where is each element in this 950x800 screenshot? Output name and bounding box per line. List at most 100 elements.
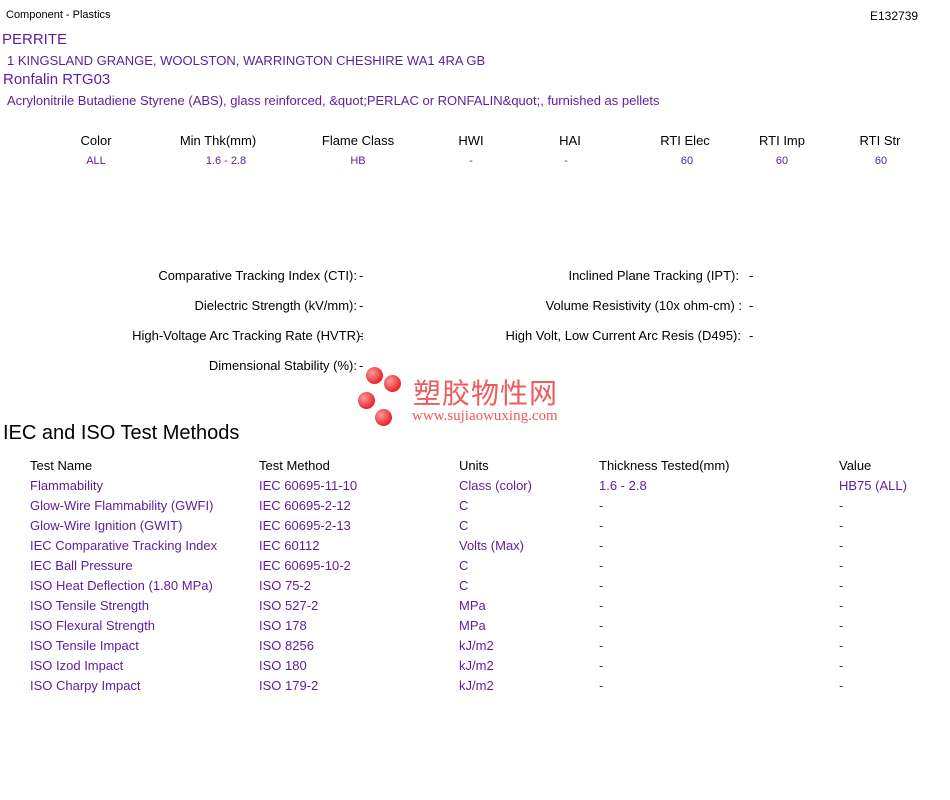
cell-value: - bbox=[839, 638, 844, 653]
cell-value: - bbox=[839, 598, 844, 613]
cell-value: - bbox=[839, 658, 844, 673]
col-header-units: Units bbox=[459, 458, 489, 473]
cell-units: kJ/m2 bbox=[459, 658, 494, 673]
col-header-test-name: Test Name bbox=[30, 458, 93, 473]
cell-thickness: - bbox=[599, 498, 604, 513]
cell-thickness: - bbox=[599, 618, 604, 633]
cell-value: - bbox=[839, 538, 844, 553]
cti-label: Comparative Tracking Index (CTI): bbox=[158, 268, 357, 283]
cell-thickness: - bbox=[599, 638, 604, 653]
summary-header-rti-imp: RTI Imp bbox=[759, 133, 805, 148]
cell-test-method: IEC 60695-2-12 bbox=[259, 498, 351, 513]
watermark-url: www.sujiaowuxing.com bbox=[412, 408, 558, 424]
company-address: 1 KINGSLAND GRANGE, WOOLSTON, WARRINGTON… bbox=[7, 53, 486, 68]
summary-value-hwi: - bbox=[469, 155, 473, 167]
cell-test-method: IEC 60695-10-2 bbox=[259, 558, 351, 573]
summary-header-rti-elec: RTI Elec bbox=[660, 133, 710, 148]
cell-value: - bbox=[839, 498, 844, 513]
cell-test-method: ISO 8256 bbox=[259, 638, 314, 653]
summary-header-min-thk: Min Thk(mm) bbox=[179, 133, 257, 148]
ipt-value: - bbox=[749, 268, 754, 283]
cell-test-name: Flammability bbox=[30, 478, 103, 493]
cell-value: - bbox=[839, 678, 844, 693]
summary-header-hai: HAI bbox=[559, 133, 581, 148]
cell-thickness: - bbox=[599, 658, 604, 673]
col-header-thickness: Thickness Tested(mm) bbox=[599, 458, 730, 473]
summary-header-color: Color bbox=[80, 133, 112, 148]
dielectric-value: - bbox=[359, 298, 364, 313]
summary-header-rti-str: RTI Str bbox=[859, 133, 901, 148]
cti-value: - bbox=[359, 268, 364, 283]
cell-thickness: - bbox=[599, 598, 604, 613]
watermark-cn-text: 塑胶物性网 bbox=[413, 377, 559, 410]
cell-test-name: ISO Izod Impact bbox=[30, 658, 124, 673]
cell-thickness: - bbox=[599, 518, 604, 533]
cell-test-method: ISO 180 bbox=[259, 658, 307, 673]
summary-value-min-thk: 1.6 - 2.8 bbox=[205, 155, 247, 167]
cell-value: - bbox=[839, 618, 844, 633]
cell-test-name: ISO Flexural Strength bbox=[30, 618, 155, 633]
d495-value: - bbox=[749, 328, 754, 343]
cell-test-name: IEC Comparative Tracking Index bbox=[30, 538, 218, 553]
document-category: Component - Plastics bbox=[6, 9, 111, 21]
col-header-value: Value bbox=[839, 458, 872, 473]
cell-thickness: - bbox=[599, 558, 604, 573]
cell-test-name: Glow-Wire Ignition (GWIT) bbox=[30, 518, 183, 533]
cell-test-name: ISO Heat Deflection (1.80 MPa) bbox=[30, 578, 213, 593]
cell-units: C bbox=[459, 578, 469, 593]
cell-test-name: ISO Tensile Strength bbox=[30, 598, 149, 613]
summary-value-rti-imp: 60 bbox=[775, 155, 789, 167]
cell-units: Volts (Max) bbox=[459, 538, 525, 553]
cell-value: - bbox=[839, 518, 844, 533]
cell-test-method: ISO 75-2 bbox=[259, 578, 312, 593]
summary-value-hai: - bbox=[564, 155, 568, 167]
watermark-dot-icon bbox=[366, 367, 383, 384]
cell-test-method: IEC 60695-11-10 bbox=[259, 478, 358, 493]
hvtr-value: - bbox=[359, 328, 364, 343]
summary-value-flame-class: HB bbox=[350, 155, 366, 167]
cell-test-method: ISO 527-2 bbox=[259, 598, 319, 613]
cell-units: MPa bbox=[459, 598, 486, 613]
watermark: 塑胶物性网 www.sujiaowuxing.com bbox=[355, 366, 595, 428]
cell-units: C bbox=[459, 558, 469, 573]
cell-units: kJ/m2 bbox=[459, 638, 494, 653]
col-header-test-method: Test Method bbox=[259, 458, 330, 473]
watermark-dot-icon bbox=[384, 375, 401, 392]
cell-units: MPa bbox=[459, 618, 486, 633]
cell-value: - bbox=[839, 578, 844, 593]
cell-units: Class (color) bbox=[459, 478, 532, 493]
ipt-label: Inclined Plane Tracking (IPT): bbox=[568, 268, 739, 283]
summary-value-rti-str: 60 bbox=[874, 155, 888, 167]
hvtr-label: High-Voltage Arc Tracking Rate (HVTR): bbox=[132, 328, 364, 343]
cell-value: - bbox=[839, 558, 844, 573]
cell-test-name: ISO Tensile Impact bbox=[30, 638, 139, 653]
cell-units: kJ/m2 bbox=[459, 678, 494, 693]
file-number: E132739 bbox=[870, 9, 919, 23]
volume-resistivity-value: - bbox=[749, 298, 754, 313]
product-name: Ronfalin RTG03 bbox=[3, 71, 111, 88]
cell-test-name: Glow-Wire Flammability (GWFI) bbox=[30, 498, 214, 513]
cell-test-name: ISO Charpy Impact bbox=[30, 678, 141, 693]
cell-thickness: - bbox=[599, 578, 604, 593]
cell-thickness: - bbox=[599, 678, 604, 693]
cell-test-method: ISO 179-2 bbox=[259, 678, 319, 693]
cell-test-method: ISO 178 bbox=[259, 618, 307, 633]
cell-test-name: IEC Ball Pressure bbox=[30, 558, 133, 573]
cell-thickness: 1.6 - 2.8 bbox=[599, 478, 647, 493]
dielectric-label: Dielectric Strength (kV/mm): bbox=[194, 298, 357, 313]
dimensional-stability-label: Dimensional Stability (%): bbox=[208, 358, 357, 373]
company-name: PERRITE bbox=[2, 31, 68, 48]
summary-header-hwi: HWI bbox=[458, 133, 484, 148]
iec-iso-title: IEC and ISO Test Methods bbox=[3, 422, 240, 444]
volume-resistivity-label: Volume Resistivity (10x ohm-cm) : bbox=[545, 298, 743, 313]
cell-value: HB75 (ALL) bbox=[839, 478, 907, 493]
watermark-dot-icon bbox=[358, 392, 375, 409]
cell-test-method: IEC 60695-2-13 bbox=[259, 518, 351, 533]
cell-test-method: IEC 60112 bbox=[259, 538, 320, 553]
summary-header-flame-class: Flame Class bbox=[321, 133, 395, 148]
cell-units: C bbox=[459, 498, 469, 513]
product-description: Acrylonitrile Butadiene Styrene (ABS), g… bbox=[7, 93, 660, 108]
cell-thickness: - bbox=[599, 538, 604, 553]
cell-units: C bbox=[459, 518, 469, 533]
watermark-dot-icon bbox=[375, 409, 392, 426]
